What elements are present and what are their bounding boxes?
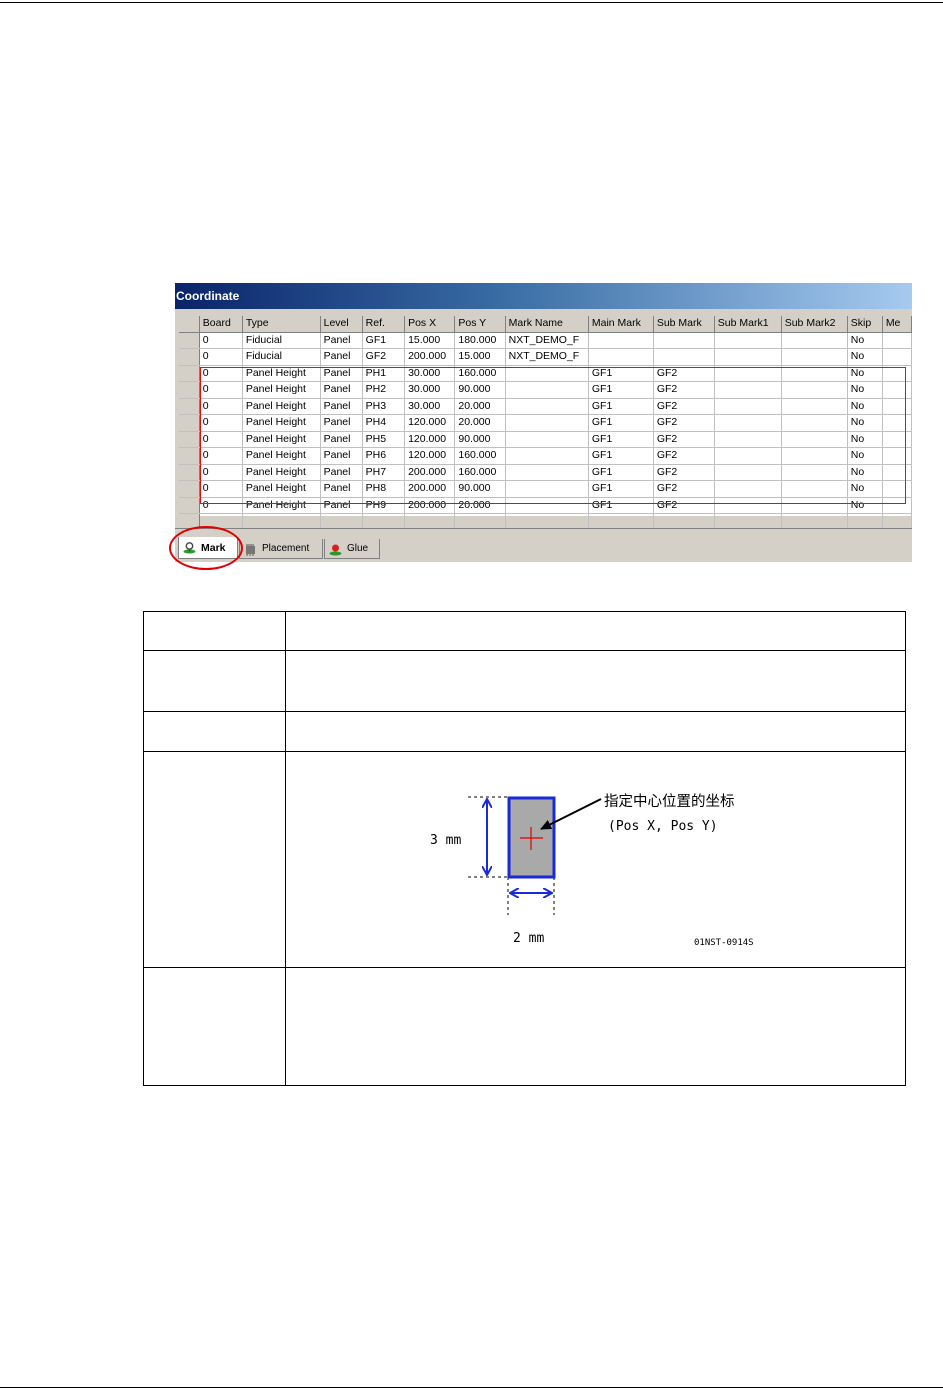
figure-code: 01NST-0914S xyxy=(694,938,754,948)
center-label-line1: 指定中心位置的坐标 xyxy=(604,793,735,810)
center-label-line2: (Pos X, Pos Y) xyxy=(608,819,718,834)
mark-size-diagram: 3 mm 2 mm 指定中心位置的坐标 (Pos X, Pos Y) 01NST… xyxy=(430,793,754,948)
bottom-rule xyxy=(0,1387,943,1388)
height-label: 3 mm xyxy=(430,833,461,848)
width-label: 2 mm xyxy=(513,931,544,946)
